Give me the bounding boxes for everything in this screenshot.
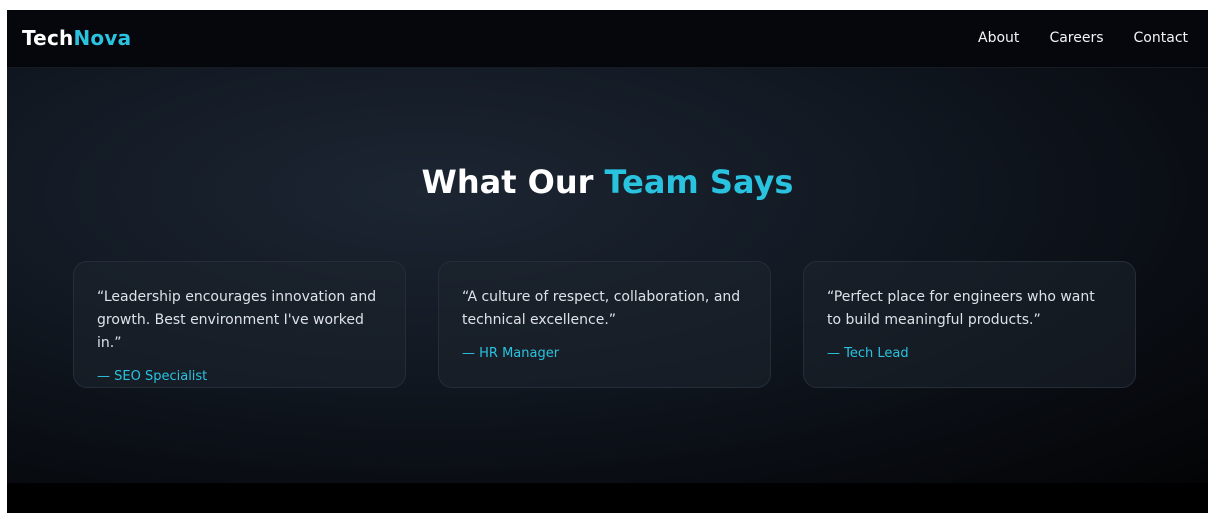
section-title: What Our Team Says: [7, 160, 1208, 204]
testimonial-author: — SEO Specialist: [97, 369, 208, 384]
testimonial-card: “Perfect place for engineers who want to…: [803, 261, 1136, 388]
footer-band: [7, 483, 1208, 513]
testimonial-card: “A culture of respect, collaboration, an…: [438, 261, 771, 388]
nav-link-about[interactable]: About: [978, 28, 1019, 48]
nav-link-careers[interactable]: Careers: [1049, 28, 1103, 48]
testimonials-section: What Our Team Says “Leadership encourage…: [7, 68, 1208, 483]
testimonial-card: “Leadership encourages innovation and gr…: [73, 261, 406, 388]
page: TechNova About Careers Contact What Our …: [7, 10, 1208, 513]
nav-link-contact[interactable]: Contact: [1134, 28, 1188, 48]
section-title-part1: What Our: [421, 163, 605, 201]
testimonial-quote: “A culture of respect, collaboration, an…: [462, 289, 741, 328]
testimonial-author: — Tech Lead: [827, 346, 909, 361]
brand-name-part1: Tech: [22, 26, 74, 50]
testimonial-quote: “Leadership encourages innovation and gr…: [97, 289, 377, 351]
testimonial-quote: “Perfect place for engineers who want to…: [827, 289, 1095, 328]
navbar: TechNova About Careers Contact: [7, 10, 1208, 68]
brand-name-part2: Nova: [73, 26, 132, 50]
nav-links: About Careers Contact: [978, 28, 1188, 48]
testimonial-author: — HR Manager: [462, 346, 560, 361]
brand-logo[interactable]: TechNova: [22, 25, 131, 51]
section-title-part2: Team Says: [604, 163, 794, 201]
